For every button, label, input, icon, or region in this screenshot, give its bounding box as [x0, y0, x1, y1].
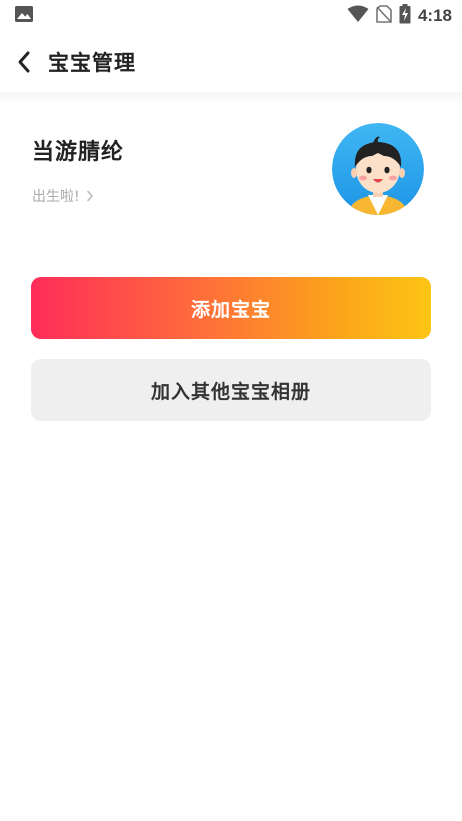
battery-charging-icon	[399, 4, 411, 28]
baby-status-label: 出生啦!	[32, 189, 80, 205]
join-album-button[interactable]: 加入其他宝宝相册	[31, 359, 431, 421]
baby-status-link[interactable]: 出生啦!	[32, 186, 94, 206]
image-icon	[14, 4, 34, 28]
status-bar: 4:18	[0, 0, 462, 32]
status-time: 4:18	[417, 6, 452, 25]
baby-avatar[interactable]	[332, 123, 424, 215]
back-button[interactable]	[10, 42, 38, 82]
header-shadow	[0, 92, 462, 104]
add-baby-button[interactable]: 添加宝宝	[31, 277, 431, 339]
baby-card[interactable]: 当游腈纶 出生啦!	[32, 120, 432, 220]
page-title: 宝宝管理	[48, 51, 136, 75]
wifi-icon	[347, 5, 369, 27]
status-icons: 4:18	[347, 4, 452, 28]
app-bar: 宝宝管理	[0, 32, 462, 92]
baby-avatar-icon	[332, 123, 424, 215]
chevron-right-icon	[86, 190, 93, 202]
no-sim-icon	[376, 5, 392, 27]
chevron-left-icon	[18, 51, 30, 73]
baby-name: 当游腈纶	[32, 140, 125, 165]
